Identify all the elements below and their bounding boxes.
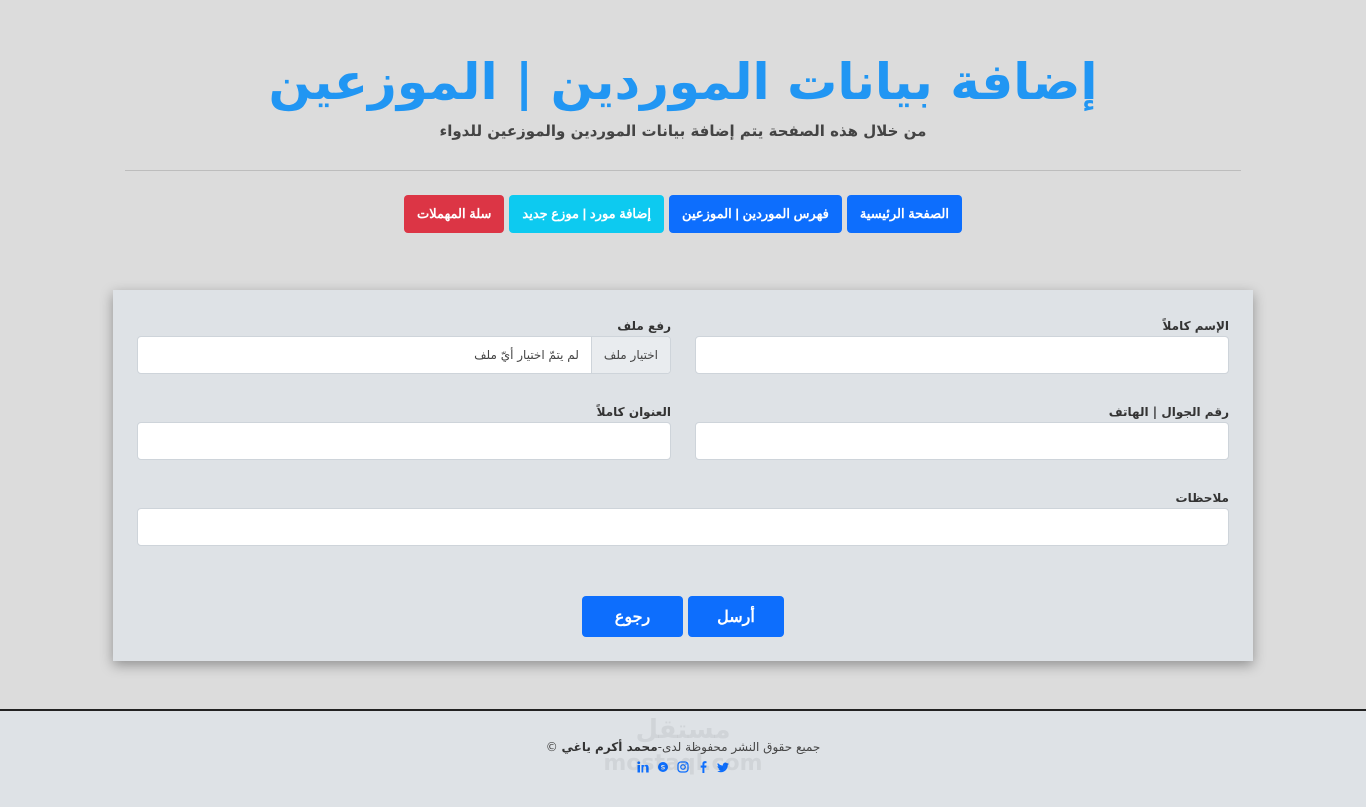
page-title: إضافة بيانات الموردين | الموزعين (268, 53, 1098, 111)
skype-icon[interactable]: S (657, 760, 669, 774)
copyright-text: جميع حقوق النشر محفوظة لدى-محمد أكرم ياغ… (0, 740, 1366, 754)
form-actions: أرسل رجوع (113, 596, 1253, 637)
phone-input[interactable] (695, 422, 1229, 460)
copyright-prefix: جميع حقوق النشر محفوظة لدى- (657, 740, 821, 754)
social-links: S (0, 760, 1366, 774)
supplier-form-card: الإسم كاملاً رفع ملف اختيار ملف لم يتمّ … (113, 290, 1253, 661)
page-subtitle: من خلال هذه الصفحة يتم إضافة بيانات المو… (439, 122, 927, 140)
copyright-symbol: © (545, 740, 558, 754)
nav-add-new-button[interactable]: إضافة مورد | موزع جديد (509, 195, 665, 233)
choose-file-button[interactable]: اختيار ملف (590, 337, 670, 373)
full-name-label: الإسم كاملاً (1162, 319, 1229, 333)
file-upload-input[interactable]: اختيار ملف لم يتمّ اختيار أيّ ملف (137, 336, 671, 374)
linkedin-icon[interactable] (637, 760, 649, 774)
nav-home-button[interactable]: الصفحة الرئيسية (846, 195, 962, 233)
address-group: العنوان كاملاً (137, 402, 671, 460)
notes-input[interactable] (137, 508, 1229, 546)
file-status-text: لم يتمّ اختيار أيّ ملف (474, 348, 579, 362)
address-label: العنوان كاملاً (596, 405, 671, 419)
twitter-icon[interactable] (717, 760, 729, 774)
file-upload-group: رفع ملف اختيار ملف لم يتمّ اختيار أيّ مل… (137, 316, 671, 374)
phone-group: رقم الجوال | الهاتف (695, 402, 1229, 460)
header-divider (125, 170, 1241, 171)
notes-label: ملاحظات (1175, 491, 1229, 505)
nav-index-button[interactable]: فهرس الموردين | الموزعين (669, 195, 842, 233)
nav-trash-button[interactable]: سلة المهملات (404, 195, 505, 233)
full-name-input[interactable] (695, 336, 1229, 374)
notes-group: ملاحظات (137, 488, 1229, 546)
phone-label: رقم الجوال | الهاتف (1108, 405, 1229, 419)
page-footer: جميع حقوق النشر محفوظة لدى-محمد أكرم ياغ… (0, 709, 1366, 807)
facebook-icon[interactable] (697, 760, 709, 774)
svg-text:S: S (661, 763, 666, 771)
page-header: إضافة بيانات الموردين | الموزعين من خلال… (0, 0, 1366, 140)
back-button[interactable]: رجوع (582, 596, 683, 637)
submit-button[interactable]: أرسل (688, 596, 784, 637)
full-name-group: الإسم كاملاً (695, 316, 1229, 374)
address-input[interactable] (137, 422, 671, 460)
top-nav: الصفحة الرئيسية فهرس الموردين | الموزعين… (0, 195, 1366, 233)
copyright-author: محمد أكرم ياغي (561, 740, 658, 754)
file-upload-label: رفع ملف (617, 319, 671, 333)
instagram-icon[interactable] (677, 760, 689, 774)
